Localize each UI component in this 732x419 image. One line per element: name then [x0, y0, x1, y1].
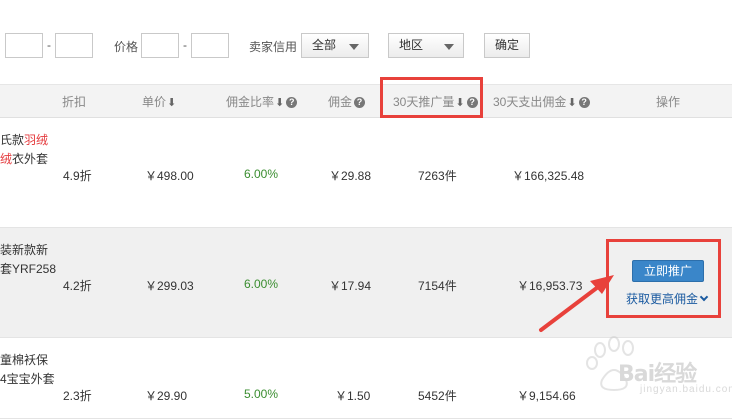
- promo-value: 7263件: [418, 169, 457, 183]
- sort-down-icon[interactable]: ⬇: [567, 86, 576, 120]
- help-icon[interactable]: ?: [578, 97, 590, 109]
- promo-value: 5452件: [418, 389, 457, 403]
- product-title-text: 衣外套: [12, 152, 49, 166]
- col-commission-rate-label: 佣金比率: [226, 95, 275, 109]
- filter-bar: - 价格 - 卖家信用 全部 地区 确定: [0, 0, 732, 84]
- price-min-input[interactable]: [141, 33, 179, 58]
- sort-down-icon[interactable]: ⬇: [167, 86, 176, 120]
- product-title[interactable]: 装新款新: [0, 241, 48, 258]
- spend-value: ￥16,953.73: [517, 279, 583, 293]
- spend-value: ￥166,325.48: [512, 169, 585, 183]
- seller-credit-select[interactable]: 全部: [301, 33, 369, 58]
- discount-value: 2.3折: [63, 389, 92, 403]
- seller-credit-value: 全部: [312, 38, 337, 52]
- rate-value: 5.00%: [244, 387, 279, 401]
- range-max-input[interactable]: [55, 33, 93, 58]
- commission-value: ￥29.88: [329, 169, 372, 183]
- price-dash: -: [183, 38, 187, 52]
- col-commission[interactable]: 佣金?: [328, 85, 366, 119]
- price-value: ￥498.00: [145, 169, 194, 183]
- col-commission-rate[interactable]: 佣金比率⬇?: [226, 85, 298, 120]
- product-title[interactable]: 4宝宝外套: [0, 370, 55, 387]
- price-max-input[interactable]: [191, 33, 229, 58]
- col-spend-30d[interactable]: 30天支出佣金⬇?: [493, 85, 590, 119]
- commission-value: ￥17.94: [329, 279, 372, 293]
- confirm-button[interactable]: 确定: [484, 33, 530, 58]
- rate-value: 6.00%: [244, 277, 279, 291]
- product-title[interactable]: 套YRF258: [0, 260, 56, 277]
- range-dash: -: [47, 38, 51, 52]
- region-value: 地区: [399, 38, 424, 52]
- spend-value: ￥9,154.66: [517, 389, 576, 403]
- product-title-text: 氏款: [0, 133, 25, 147]
- col-unit-price[interactable]: 单价⬇: [142, 85, 176, 119]
- table-header: 折扣 单价⬇ 佣金比率⬇? 佣金? 30天推广量⬇? 30天支出佣金⬇? 操作: [0, 84, 732, 118]
- price-label: 价格: [114, 40, 139, 54]
- sort-down-icon[interactable]: ⬇: [275, 86, 284, 120]
- annotation-box-promo-header: [380, 77, 483, 118]
- col-unit-price-label: 单价: [142, 95, 167, 109]
- price-value: ￥29.90: [145, 389, 188, 403]
- chevron-down-icon: [444, 44, 454, 50]
- col-action: 操作: [656, 95, 681, 109]
- col-spend-30d-label: 30天支出佣金: [493, 95, 567, 109]
- rate-value: 6.00%: [244, 167, 279, 181]
- discount-value: 4.2折: [63, 279, 92, 293]
- product-title-highlight: 绒: [0, 152, 13, 166]
- commission-value: ￥1.50: [335, 389, 371, 403]
- table-row: 氏款羽绒 绒衣外套 4.9折 ￥498.00 6.00% ￥29.88 7263…: [0, 118, 732, 228]
- col-commission-label: 佣金: [328, 95, 353, 109]
- product-title-highlight: 羽绒: [24, 133, 49, 147]
- chevron-down-icon: [349, 44, 359, 50]
- help-icon[interactable]: ?: [286, 97, 298, 109]
- annotation-box-promote-action: [606, 239, 721, 318]
- cut-label: [0, 38, 3, 52]
- region-select[interactable]: 地区: [388, 33, 464, 58]
- promo-value: 7154件: [418, 279, 457, 293]
- discount-value: 4.9折: [63, 169, 92, 183]
- range-min-input[interactable]: [5, 33, 43, 58]
- product-title[interactable]: 绒衣外套: [0, 150, 48, 167]
- help-icon[interactable]: ?: [354, 97, 366, 109]
- product-title[interactable]: 童棉袄保: [0, 351, 48, 368]
- col-discount: 折扣: [62, 95, 87, 109]
- watermark-url: jingyan.baidu.com: [640, 384, 732, 395]
- price-value: ￥299.03: [145, 279, 194, 293]
- seller-credit-label: 卖家信用: [249, 40, 298, 54]
- product-title[interactable]: 氏款羽绒: [0, 131, 48, 148]
